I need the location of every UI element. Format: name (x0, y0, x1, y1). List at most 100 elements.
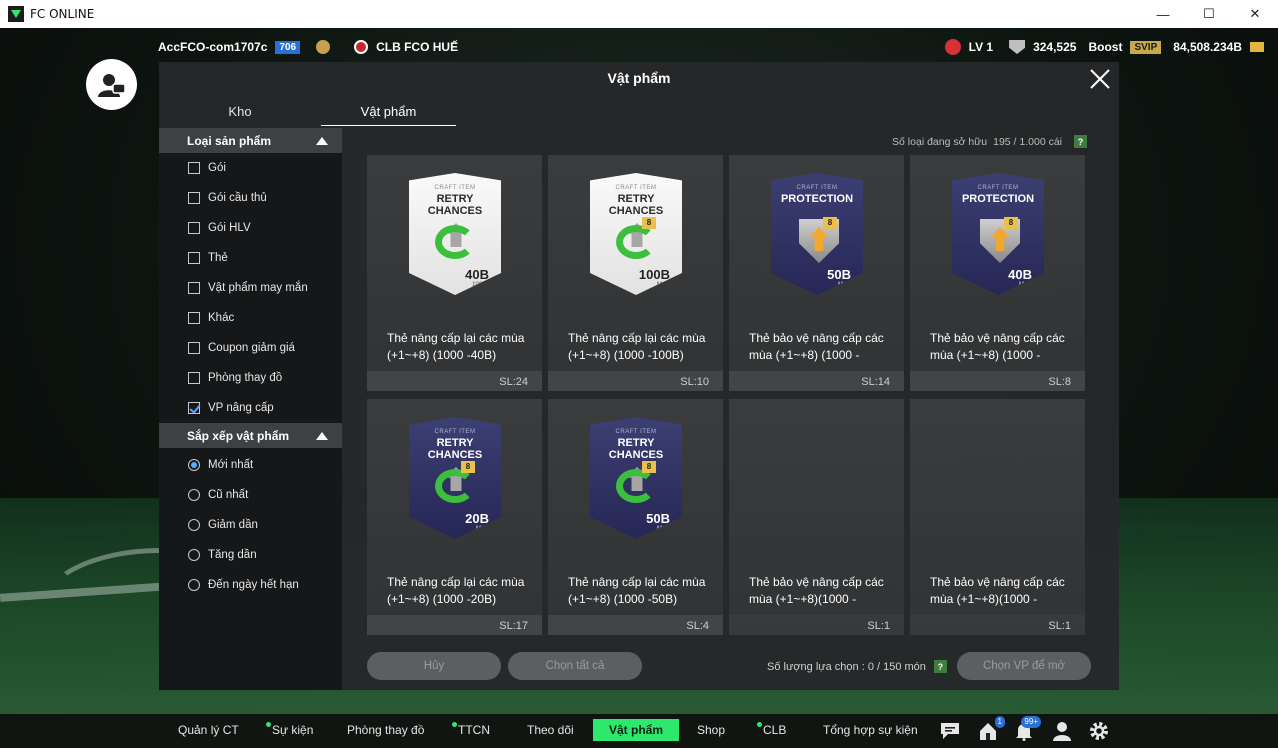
card-title: RETRY CHANCES (427, 437, 483, 461)
product-type-option[interactable]: VP nâng cấp (159, 393, 342, 423)
club-name[interactable]: CLB FCO HUẾ (376, 40, 458, 54)
radio-button[interactable] (188, 459, 200, 471)
score-value: 324,525 (1033, 40, 1077, 54)
card-value-sub: MAX (1018, 282, 1032, 288)
card-title: PROTECTION (780, 193, 854, 205)
checkbox[interactable] (188, 312, 200, 324)
product-type-option[interactable]: Thẻ (159, 243, 342, 273)
card-title: RETRY CHANCES (608, 193, 664, 217)
items-grid: CRAFT ITEM RETRY CHANCES 40B 1000~ Thẻ nâng … (367, 155, 1087, 637)
item-card[interactable]: CRAFT ITEM RETRY CHANCES 8 20B MAX Thẻ nâng c… (367, 399, 542, 635)
checkbox[interactable] (188, 192, 200, 204)
option-label: Mới nhất (208, 459, 254, 471)
item-quantity: SL:24 (499, 376, 528, 388)
sort-option[interactable]: Mới nhất (159, 450, 342, 480)
radio-button[interactable] (188, 519, 200, 531)
help-icon[interactable]: ? (933, 660, 947, 673)
level-icon (944, 39, 961, 55)
user-icon[interactable] (1051, 720, 1073, 742)
username[interactable]: AccFCO-com1707c (158, 40, 267, 54)
nav-item[interactable]: CLB (757, 714, 786, 748)
item-card[interactable]: CRAFT ITEM RETRY CHANCES 8 100B MAX Thẻ nâng … (548, 155, 723, 391)
product-type-option[interactable]: Phòng thay đồ (159, 363, 342, 393)
notification-dot (266, 722, 271, 727)
radio-button[interactable] (188, 489, 200, 501)
hud-left: AccFCO-com1707c 706 CLB FCO HUẾ (158, 36, 458, 58)
user-chat-icon (97, 73, 126, 97)
nav-item[interactable]: Shop (697, 714, 725, 748)
sort-header[interactable]: Sắp xếp vật phẩm (159, 423, 342, 448)
select-all-button[interactable]: Chọn tất cả (508, 652, 642, 680)
close-modal-button[interactable] (1087, 66, 1113, 92)
radio-button[interactable] (188, 549, 200, 561)
sort-option[interactable]: Cũ nhất (159, 480, 342, 510)
profile-chat-button[interactable] (86, 59, 137, 110)
checkbox[interactable] (188, 222, 200, 234)
boost-label: Boost (1088, 40, 1123, 54)
checkbox[interactable] (188, 402, 200, 414)
sort-option[interactable]: Tăng dần (159, 540, 342, 570)
balance-value: 84,508.234B (1173, 40, 1242, 54)
checkbox[interactable] (188, 372, 200, 384)
item-card[interactable]: Thẻ bảo vệ nâng cấp các mùa (+1~+8)(1000… (729, 399, 904, 635)
nav-item[interactable]: Sự kiện (266, 714, 313, 748)
item-name: Thẻ bảo vệ nâng cấp các mùa (+1~+8) (100… (930, 331, 1065, 362)
nav-item[interactable]: TTCN (452, 714, 490, 748)
item-card[interactable]: CRAFT ITEM RETRY CHANCES 8 50B MAX Thẻ nâng c… (548, 399, 723, 635)
product-type-option[interactable]: Khác (159, 303, 342, 333)
option-label: VP nâng cấp (208, 402, 274, 414)
product-type-option[interactable]: Gói HLV (159, 213, 342, 243)
app-logo-icon (8, 6, 24, 22)
rank-crest-icon (316, 40, 331, 54)
close-window-button[interactable]: ✕ (1232, 0, 1278, 28)
sort-header-label: Sắp xếp vật phẩm (187, 428, 290, 443)
minimize-button[interactable]: — (1140, 0, 1186, 28)
window-titlebar: FC ONLINE — ☐ ✕ (0, 0, 1278, 28)
checkbox[interactable] (188, 162, 200, 174)
item-card[interactable]: CRAFT ITEM RETRY CHANCES 40B 1000~ Thẻ nâng … (367, 155, 542, 391)
open-items-button[interactable]: Chọn VP để mở (957, 652, 1091, 680)
sort-option[interactable]: Giảm dần (159, 510, 342, 540)
checkbox[interactable] (188, 282, 200, 294)
checkbox[interactable] (188, 342, 200, 354)
card-small-label: CRAFT ITEM (977, 185, 1019, 191)
sort-option[interactable]: Đến ngày hết hạn (159, 570, 342, 600)
selected-count-label: Số lượng lựa chọn : 0 / 150 món (767, 660, 926, 673)
cancel-button[interactable]: Hủy (367, 652, 501, 680)
product-type-option[interactable]: Vật phẩm may mắn (159, 273, 342, 303)
product-type-option[interactable]: Coupon giảm giá (159, 333, 342, 363)
product-type-option[interactable]: Gói (159, 153, 342, 183)
checkbox[interactable] (188, 252, 200, 264)
nav-item[interactable]: Quản lý CT (178, 714, 239, 748)
item-name: Thẻ bảo vệ nâng cấp các mùa (+1~+8) (100… (749, 331, 884, 362)
level-8-badge: 8 (823, 217, 837, 229)
maximize-button[interactable]: ☐ (1186, 0, 1232, 28)
bell-icon[interactable]: 99+ (1013, 716, 1041, 742)
nav-item[interactable]: Phòng thay đồ (347, 714, 424, 748)
help-icon[interactable]: ? (1074, 135, 1087, 148)
card-value-sub: MAX (837, 282, 851, 288)
tab-vat-pham[interactable]: Vật phẩm (321, 100, 456, 126)
item-quantity: SL:14 (861, 376, 890, 388)
level-8-badge: 8 (461, 461, 475, 473)
gear-icon[interactable] (1088, 720, 1110, 742)
radio-button[interactable] (188, 579, 200, 591)
option-label: Gói cầu thủ (208, 192, 267, 204)
nav-item[interactable]: Theo dõi (527, 714, 574, 748)
item-card[interactable]: Thẻ bảo vệ nâng cấp các mùa (+1~+8)(1000… (910, 399, 1085, 635)
nav-item[interactable]: Tổng hợp sự kiện (823, 714, 918, 748)
home-icon[interactable]: 1 (977, 716, 1005, 742)
option-label: Phòng thay đồ (208, 372, 283, 384)
item-card[interactable]: CRAFT ITEM PROTECTION 8 40B MAX Thẻ bảo vệ nâ… (910, 155, 1085, 391)
tab-kho[interactable]: Kho (159, 100, 321, 126)
card-value: 40B (1008, 267, 1032, 282)
product-type-option[interactable]: Gói cầu thủ (159, 183, 342, 213)
hud-right: LV 1 324,525 Boost SVIP 84,508.234B (944, 36, 1264, 58)
nav-item[interactable]: Vật phẩm (593, 719, 680, 741)
nav-label: Tổng hợp sự kiện (823, 723, 918, 737)
item-quantity: SL:1 (1048, 620, 1071, 632)
item-quantity: SL:4 (686, 620, 709, 632)
chat-icon[interactable] (939, 720, 961, 742)
item-card[interactable]: CRAFT ITEM PROTECTION 8 50B MAX Thẻ bảo vệ nâ… (729, 155, 904, 391)
product-type-header[interactable]: Loại sản phẩm (159, 128, 342, 153)
